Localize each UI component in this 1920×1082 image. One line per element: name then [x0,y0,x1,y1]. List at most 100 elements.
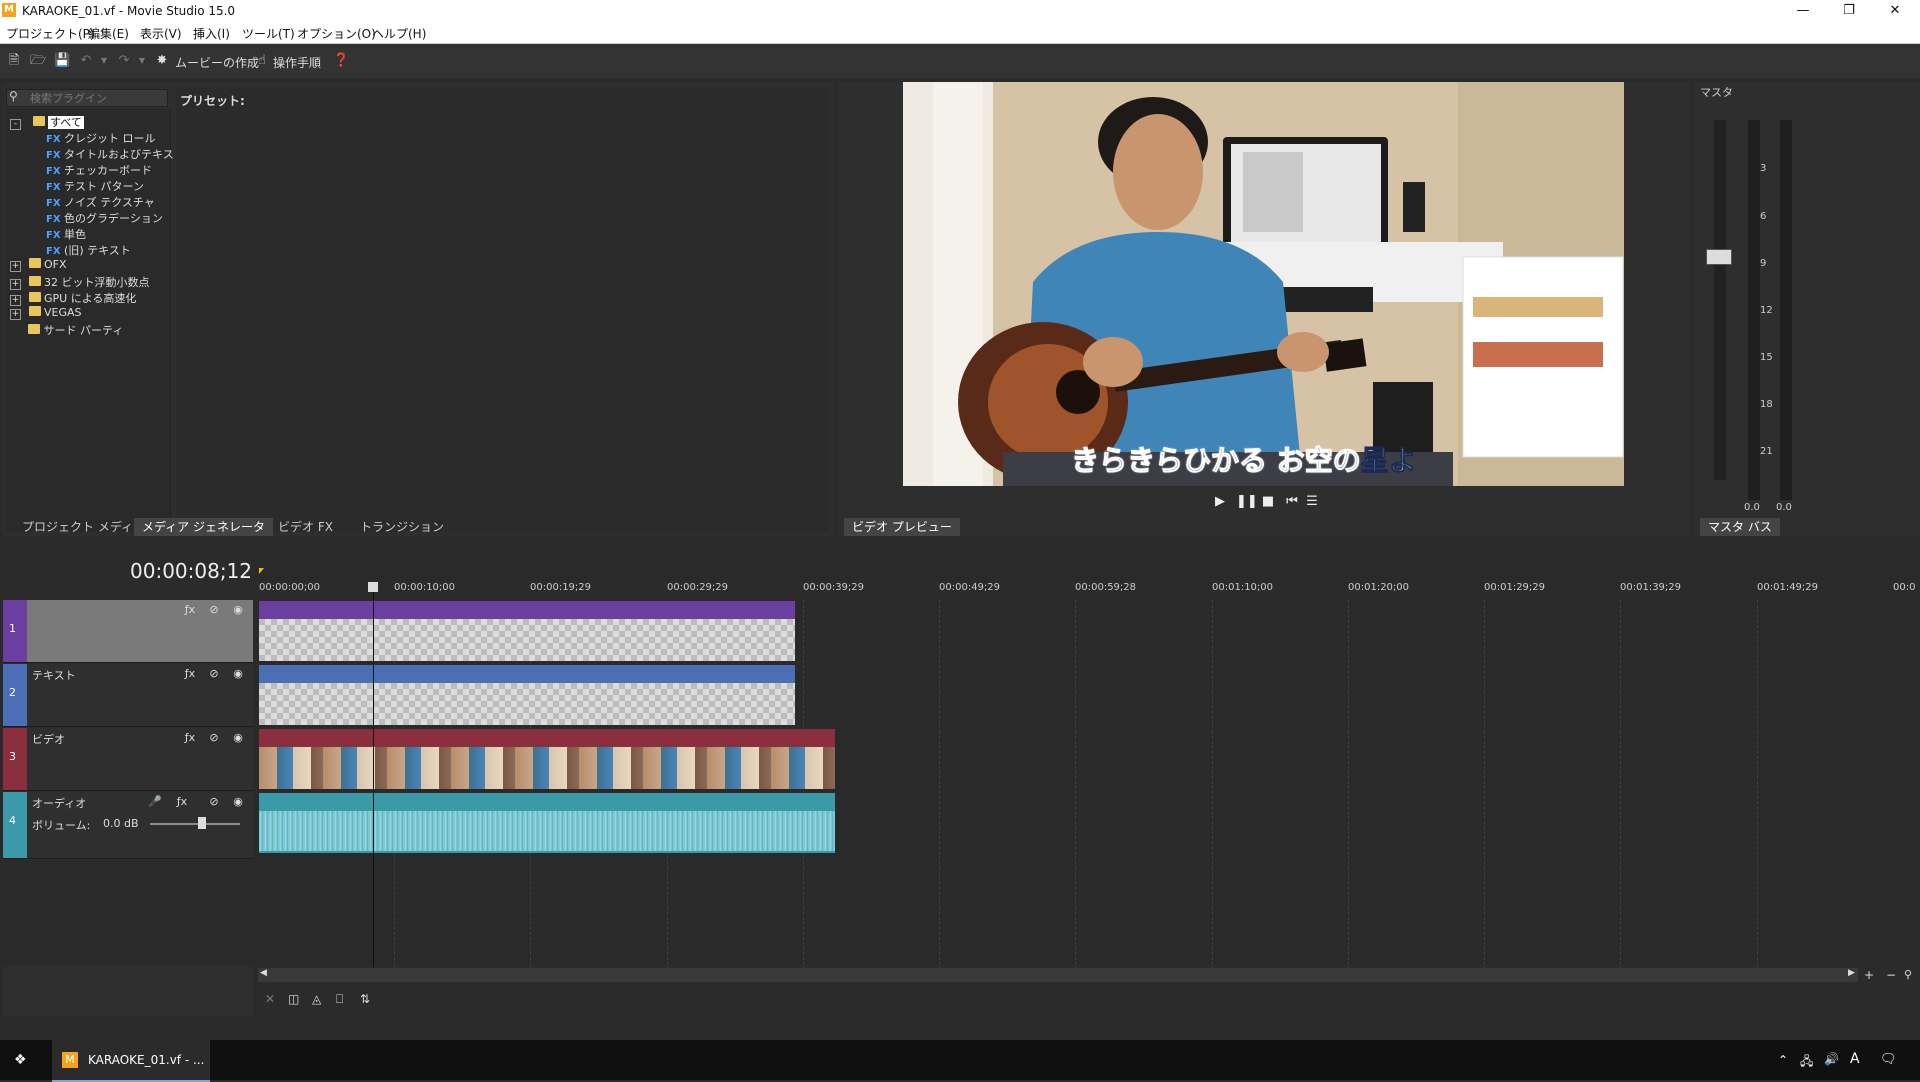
tree-item-titles-text[interactable]: FX タイトルおよびテキスト [46,146,185,162]
clip-audio[interactable] [259,793,835,853]
tab-video-fx[interactable]: ビデオ FX [270,518,341,536]
save-icon[interactable]: 💾 [54,53,70,69]
clip-transparent-text[interactable] [259,683,795,725]
clip-transparent-title[interactable] [259,619,795,661]
tree-item-test-pattern[interactable]: FX テスト パターン [46,178,144,194]
tree-item-solid-color[interactable]: FX 単色 [46,226,86,242]
mute-icon[interactable]: ⊘ [207,731,221,745]
expand-icon[interactable]: + [10,295,21,306]
loop-marker-icon[interactable] [259,568,264,574]
zoom-in-icon[interactable]: + [1864,968,1878,982]
mute-icon[interactable]: ⊘ [207,795,221,809]
fx-icon[interactable]: ƒx [175,795,189,809]
solo-icon[interactable]: ◉ [231,795,245,809]
menu-view[interactable]: 表示(V) [140,25,182,42]
track-name[interactable]: オーディオ [32,795,86,811]
track-name[interactable]: ビデオ [32,731,65,747]
tree-item-all[interactable]: - すべて [10,114,84,130]
zoom-out-icon[interactable]: − [1886,968,1900,982]
menu-icon[interactable]: ☰ [1304,494,1320,510]
tree-item-32bit[interactable]: + 32 ビット浮動小数点 [10,274,150,290]
horizontal-scrollbar[interactable] [258,968,1858,982]
clip-video-thumbnails[interactable] [259,747,835,789]
expand-icon[interactable]: + [10,279,21,290]
undo-icon[interactable]: ↶ [78,53,94,69]
go-to-start-icon[interactable]: ⏮ [1284,494,1300,510]
tree-item-legacy-text[interactable]: FX (旧) テキスト [46,242,131,258]
taskbar-app-button[interactable]: M KARAOKE_01.vf - ... [52,1040,210,1082]
tab-project-media[interactable]: プロジェクト メディア [14,518,153,536]
tree-item-third-party[interactable]: サード パーティ [28,322,123,338]
redo-dropdown-icon[interactable]: ▼ [134,53,150,69]
tree-item-noise-texture[interactable]: FX ノイズ テクスチャ [46,194,155,210]
tree-item-credit-roll[interactable]: FX クレジット ロール [46,130,156,146]
solo-icon[interactable]: ◉ [231,603,245,617]
make-movie-button[interactable]: ムービーの作成 [175,54,259,71]
restore-icon[interactable]: ❐ [1826,0,1872,22]
microphone-icon[interactable]: 🎤 [148,795,162,809]
mute-icon[interactable]: ⊘ [207,603,221,617]
fx-icon[interactable]: ƒx [183,603,197,617]
chevron-up-icon[interactable]: ⌃ [1778,1053,1788,1067]
tree-item-ofx[interactable]: + OFX [10,258,67,274]
tree-item-color-gradient[interactable]: FX 色のグラデーション [46,210,163,226]
tab-media-generator[interactable]: メディア ジェネレータ [134,518,273,536]
minimize-icon[interactable]: — [1780,0,1826,22]
ime-indicator[interactable]: A [1850,1051,1860,1067]
playhead-handle[interactable] [368,582,378,592]
windows-start-icon[interactable]: ❖ [14,1052,30,1068]
fx-icon[interactable]: ƒx [183,731,197,745]
help-pointer-icon[interactable]: ❓ [333,53,349,69]
stop-icon[interactable]: ■ [1260,494,1276,510]
hand-icon[interactable]: ☝ [254,53,270,69]
menu-tools[interactable]: ツール(T) [242,25,295,42]
film-reel-icon[interactable]: ✸ [154,53,170,69]
menu-edit[interactable]: 編集(E) [88,25,129,42]
new-file-icon[interactable]: 🗎 [6,53,22,69]
master-fader-handle[interactable] [1706,249,1732,265]
network-icon[interactable]: 🖧 [1800,1052,1813,1073]
clip-text-bar[interactable] [259,665,795,683]
menu-help[interactable]: ヘルプ(H) [372,25,426,42]
guide-button[interactable]: 操作手順 [273,54,321,71]
menu-options[interactable]: オプション(O) [297,25,376,42]
expand-icon[interactable]: + [10,309,21,320]
auto-ripple-icon[interactable]: ⇅ [360,992,374,1006]
playhead[interactable] [373,582,374,967]
play-icon[interactable]: ▶ [1212,494,1228,510]
redo-icon[interactable]: ↷ [116,53,132,69]
volume-slider-handle[interactable] [198,817,206,829]
mute-icon[interactable]: ⊘ [207,667,221,681]
notification-icon[interactable]: 🗨 [1880,1052,1897,1067]
split-icon[interactable]: ⎕ [336,992,350,1006]
tab-master-bus[interactable]: マスタ バス [1700,518,1780,536]
clip-title-bar[interactable] [259,601,795,619]
scroll-right-icon[interactable]: ▶ [1848,968,1860,982]
clip-video-bar[interactable] [259,729,835,747]
expand-icon[interactable]: + [10,261,21,272]
scroll-left-icon[interactable]: ◀ [260,968,272,982]
tree-item-vegas[interactable]: + VEGAS [10,306,82,322]
fx-icon[interactable]: ƒx [183,667,197,681]
pause-icon[interactable]: ❚❚ [1236,494,1258,510]
trim-end-icon[interactable]: ◬ [312,992,326,1006]
trim-start-icon[interactable]: ◫ [288,992,302,1006]
track-name[interactable]: テキスト [32,667,76,683]
undo-dropdown-icon[interactable]: ▼ [96,53,112,69]
volume-slider-track[interactable] [150,823,240,825]
open-folder-icon[interactable]: 🗁 [30,53,46,69]
zoom-icon[interactable]: ⚲ [1904,968,1918,982]
video-frame[interactable]: きらきらひかる お空の星よ [903,82,1624,486]
tree-item-checkerboard[interactable]: FX チェッカーボード [46,162,152,178]
tab-video-preview[interactable]: ビデオ プレビュー [844,518,960,536]
menu-project[interactable]: プロジェクト(P) [6,25,95,42]
delete-icon[interactable]: ✕ [265,992,279,1006]
volume-icon[interactable]: 🔊 [1824,1052,1839,1066]
collapse-icon[interactable]: - [10,119,21,130]
solo-icon[interactable]: ◉ [231,667,245,681]
tab-transitions[interactable]: トランジション [352,518,452,536]
solo-icon[interactable]: ◉ [231,731,245,745]
menu-insert[interactable]: 挿入(I) [193,25,230,42]
close-icon[interactable]: ✕ [1872,0,1918,22]
tree-item-gpu[interactable]: + GPU による高速化 [10,290,136,306]
